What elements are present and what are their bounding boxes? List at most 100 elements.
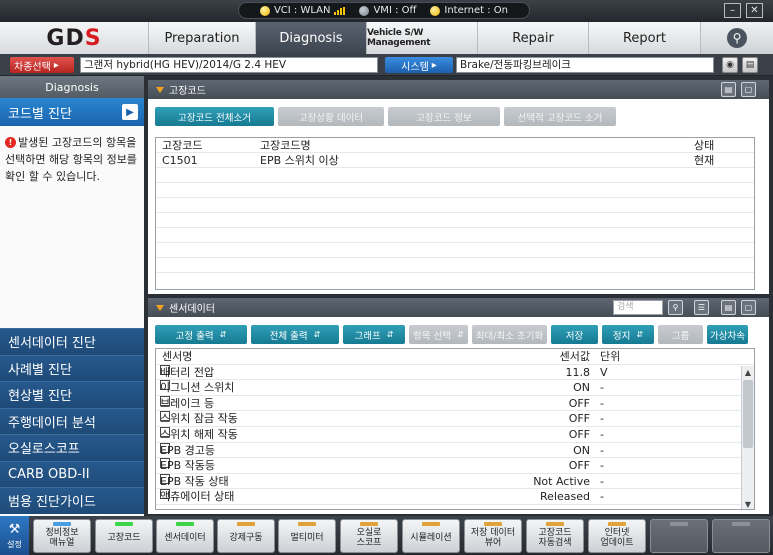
tab-report[interactable]: Report (588, 22, 700, 54)
maximize-icon[interactable]: ▢ (741, 82, 756, 97)
sensor-value: ON (573, 381, 590, 395)
sidebar-item-oscilloscope[interactable]: 오실로스코프 (0, 434, 144, 461)
system-select-button[interactable]: 시스템 ▸ (385, 57, 453, 73)
minimize-button[interactable]: – (724, 3, 741, 18)
print-icon[interactable]: ▤ (721, 82, 736, 97)
internet-status-text: Internet : On (444, 5, 509, 16)
sensor-unit: - (600, 443, 604, 457)
bottom-button-5[interactable]: 멀티미터 (278, 519, 336, 553)
selective-clear-button[interactable]: 선택적 고장코드 소거 (504, 107, 616, 126)
global-search-button[interactable]: ⚲ (700, 22, 773, 54)
vehicle-select-button[interactable]: 차종선택 ▸ (10, 57, 74, 73)
bottom-button-empty (712, 519, 770, 553)
empty-row (156, 228, 754, 243)
camera-icon[interactable]: ◉ (722, 57, 738, 73)
tab-vehicle-sw-management[interactable]: Vehicle S/W Management (366, 22, 477, 54)
chevron-right-icon: ▸ (431, 59, 437, 71)
sidebar-item-code-diagnosis[interactable]: 코드별 진단 ▶ (0, 98, 144, 126)
bottom-button-line1: 오실로 (356, 528, 382, 538)
tab-preparation[interactable]: Preparation (148, 22, 255, 54)
sidebar-item-case-diagnosis[interactable]: 사례별 진단 (0, 354, 144, 381)
fixed-output-dropdown[interactable]: 고정 출력 ⇵ (155, 325, 247, 344)
group-button[interactable]: 그룹 (658, 325, 703, 344)
collapse-triangle-icon[interactable] (156, 86, 164, 93)
freeze-frame-button[interactable]: 고장상황 데이터 (278, 107, 384, 126)
collapse-triangle-icon[interactable] (156, 304, 164, 311)
search-icon[interactable]: ⚲ (668, 300, 683, 315)
maximize-icon[interactable]: ▢ (741, 300, 756, 315)
sensor-unit: - (600, 396, 604, 410)
bottom-button-9[interactable]: 고장코드 자동검색 (526, 519, 584, 553)
vehicle-select-label: 차종선택 (14, 61, 51, 73)
tab-diagnosis[interactable]: Diagnosis (255, 22, 366, 54)
all-output-dropdown[interactable]: 전체 출력 ⇵ (251, 325, 339, 344)
bottom-button-4[interactable]: 강제구동 (217, 519, 275, 553)
sensor-value: 11.8 (565, 365, 591, 379)
sensor-unit: - (600, 490, 604, 504)
bottom-button-3[interactable]: 센서데이터 (156, 519, 214, 553)
empty-row (156, 213, 754, 228)
dtc-table-header: 고장코드 고장코드명 상태 (156, 138, 754, 153)
updown-chevron-icon: ⇵ (313, 330, 321, 339)
stop-dropdown[interactable]: 정지 ⇵ (602, 325, 654, 344)
bottom-button-1[interactable]: 정비정보 매뉴얼 (33, 519, 91, 553)
bottom-button-10[interactable]: 인터넷 업데이트 (588, 519, 646, 553)
minmax-reset-button[interactable]: 최대/최소 초기화 (472, 325, 547, 344)
print-icon[interactable]: ▤ (721, 300, 736, 315)
scroll-thumb[interactable] (743, 380, 753, 448)
dtc-info-button[interactable]: 고장코드 정보 (388, 107, 500, 126)
list-icon[interactable]: ☰ (694, 300, 709, 315)
dtc-panel: 고장코드 ▤ ▢ 고장코드 전체소거 고장상황 데이터 고장코드 정보 선택적 … (148, 80, 769, 294)
scroll-down-icon[interactable]: ▼ (742, 498, 754, 509)
save-button[interactable]: 저장 (551, 325, 598, 344)
sidebar-item-carb-obd[interactable]: CARB OBD-II (0, 460, 144, 487)
sidebar-description-text: 발생된 고장코드의 항목을 선택하면 해당 항목의 정보를 확인 할 수 있습니… (5, 136, 137, 183)
sensor-name-text: 스위치 해제 작동 (160, 427, 238, 441)
table-row[interactable]: EPB 작동등 OFF - (156, 458, 754, 474)
col-header-sensor-name: 센서명 (162, 350, 193, 363)
table-row[interactable]: 배터리 전압 11.8 V (156, 364, 754, 381)
virtual-speed-button[interactable]: 가상차속 (707, 325, 748, 344)
table-row[interactable]: 브레이크 등 OFF - (156, 395, 754, 412)
clear-all-dtc-button[interactable]: 고장코드 전체소거 (155, 107, 274, 126)
tab-repair[interactable]: Repair (477, 22, 588, 54)
bottom-button-7[interactable]: 시뮬레이션 (402, 519, 460, 553)
sidebar-item-driving-data[interactable]: 주행데이터 분석 (0, 407, 144, 434)
table-row[interactable]: EPB 경고등 ON - (156, 442, 754, 459)
sensor-name-text: 배터리 전압 (160, 365, 215, 379)
print-icon[interactable]: ▤ (742, 57, 758, 73)
status-indicator (670, 522, 688, 526)
status-indicator (732, 522, 750, 526)
table-row[interactable]: C1501 EPB 스위치 이상 현재 (156, 153, 754, 168)
close-button[interactable]: ✕ (746, 3, 763, 18)
item-select-dropdown[interactable]: 항목 선택 ⇵ (409, 325, 468, 344)
vci-status: VCI : WLAN (259, 5, 346, 16)
dtc-table: 고장코드 고장코드명 상태 C1501 EPB 스위치 이상 현재 (155, 137, 755, 290)
sensor-value: OFF (568, 412, 590, 426)
graph-dropdown[interactable]: 그래프 ⇵ (343, 325, 405, 344)
sensor-unit: - (600, 459, 604, 473)
item-select-label: 항목 선택 (413, 330, 452, 342)
table-row[interactable]: 스위치 잠금 작동 OFF - (156, 411, 754, 427)
settings-button[interactable]: ⚒ 설정 (0, 516, 29, 555)
table-row[interactable]: EPB 작동 상태 Not Active - (156, 473, 754, 490)
sidebar-item-general-guide[interactable]: 범용 진단가이드 (0, 487, 144, 514)
scroll-up-icon[interactable]: ▲ (742, 366, 754, 378)
table-row[interactable]: 스위치 해제 작동 OFF - (156, 426, 754, 443)
sidebar-item-symptom-diagnosis[interactable]: 현상별 진단 (0, 381, 144, 408)
bottom-button-6[interactable]: 오실로 스코프 (340, 519, 398, 553)
bottom-button-2[interactable]: 고장코드 (95, 519, 153, 553)
table-row[interactable]: 액츄에이터 상태 Released - (156, 489, 754, 505)
sensor-search-input[interactable]: 검색 (613, 300, 663, 315)
vci-status-text: VCI : WLAN (273, 5, 331, 16)
sidebar-description: ! 발생된 고장코드의 항목을 선택하면 해당 항목의 정보를 확인 할 수 있습… (5, 134, 139, 185)
vehicle-bar: 차종선택 ▸ 그랜저 hybrid(HG HEV)/2014/G 2.4 HEV… (0, 54, 773, 76)
sidebar-item-sensor-data[interactable]: 센서데이터 진단 (0, 328, 144, 355)
dtc-status: 현재 (694, 154, 715, 167)
bottom-button-line1: 정비정보 (45, 528, 79, 538)
sensor-scrollbar[interactable]: ▲ ▼ (741, 366, 754, 509)
bottom-button-line1: 고장코드 (538, 528, 572, 538)
table-row[interactable]: 이그니션 스위치 ON - (156, 380, 754, 396)
bottom-button-8[interactable]: 저장 데이터 뷰어 (464, 519, 522, 553)
status-indicator (484, 522, 502, 526)
